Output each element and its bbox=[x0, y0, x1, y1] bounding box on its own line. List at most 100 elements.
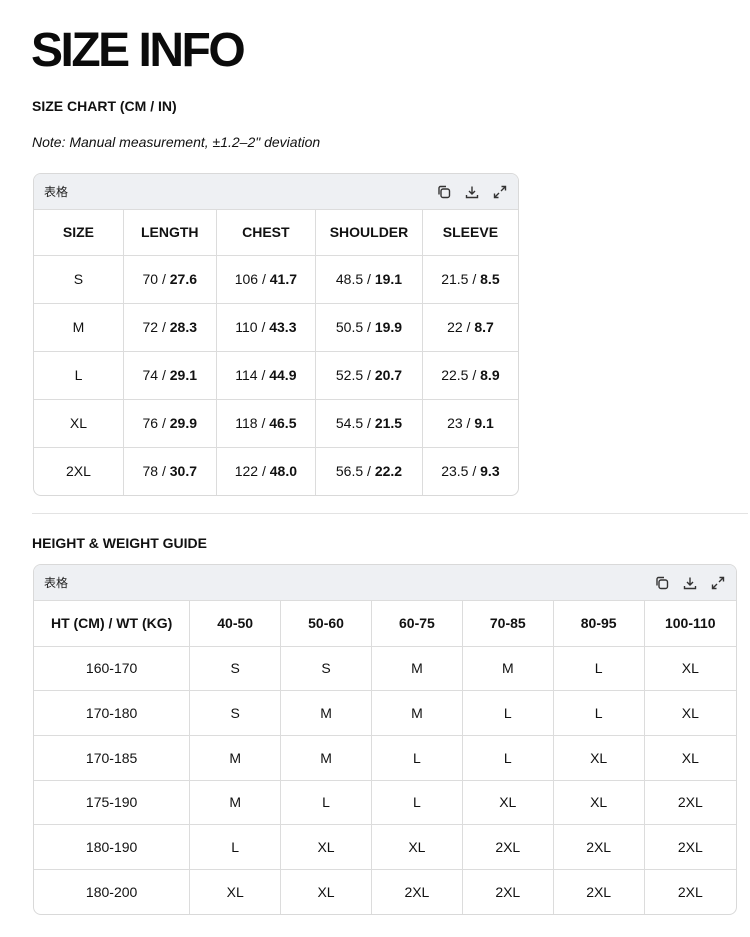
table-card-tools bbox=[654, 575, 726, 591]
inch-value: 43.3 bbox=[269, 319, 297, 335]
size-recommendation-cell: 2XL bbox=[553, 869, 645, 915]
size-recommendation-cell: XL bbox=[553, 735, 645, 781]
download-icon[interactable] bbox=[682, 575, 698, 591]
table-row: 170-180 S M M L L XL bbox=[34, 690, 736, 736]
table-row: 160-170 S S M M L XL bbox=[34, 646, 736, 692]
cm-value: 118 bbox=[235, 415, 258, 431]
inch-value: 46.5 bbox=[269, 415, 297, 431]
inch-value: 19.9 bbox=[374, 319, 403, 335]
cm-value: 21.5 bbox=[441, 271, 469, 287]
size-cell: L bbox=[34, 351, 124, 400]
inch-value: 21.5 bbox=[374, 415, 403, 431]
cm-value: 56.5 bbox=[335, 463, 364, 480]
measurement-cell: 22.5 / 8.9 bbox=[422, 351, 518, 400]
inch-value: 44.9 bbox=[269, 367, 297, 383]
column-header: 70-85 bbox=[462, 601, 554, 647]
column-header: SIZE bbox=[34, 210, 124, 256]
size-recommendation-cell: M bbox=[280, 690, 372, 736]
cm-value: 122 bbox=[234, 463, 259, 480]
table-row: S 70 / 27.6 106 / 41.7 48.5 / 19.1 21.5 / 8.… bbox=[34, 255, 518, 304]
size-recommendation-cell: M bbox=[189, 735, 282, 781]
table-row: XL 76 / 29.9 118 / 46.5 54.5 / 21.5 23 / 9.1 bbox=[34, 399, 518, 448]
table-card-label: 表格 bbox=[44, 185, 69, 199]
height-range-cell: 160-170 bbox=[34, 646, 191, 692]
size-recommendation-cell: XL bbox=[371, 824, 463, 870]
column-header: SHOULDER bbox=[315, 210, 423, 256]
size-cell: S bbox=[34, 255, 124, 304]
inch-value: 41.7 bbox=[269, 271, 297, 287]
cm-value: 70 bbox=[142, 271, 159, 287]
inch-value: 29.1 bbox=[169, 367, 198, 383]
inch-value: 8.7 bbox=[474, 319, 494, 335]
size-recommendation-cell: 2XL bbox=[462, 869, 554, 915]
size-recommendation-cell: S bbox=[189, 646, 282, 692]
size-recommendation-cell: XL bbox=[644, 735, 736, 781]
column-header: 80-95 bbox=[553, 601, 645, 647]
size-recommendation-cell: XL bbox=[280, 824, 372, 870]
measurement-cell: 76 / 29.9 bbox=[123, 399, 217, 448]
size-recommendation-cell: 2XL bbox=[677, 884, 703, 901]
table-row: 180-200 XL XL 2XL 2XL 2XL 2XL bbox=[34, 869, 736, 915]
table-row: L 74 / 29.1 114 / 44.9 52.5 / 20.7 22.5 / 8.… bbox=[34, 351, 518, 400]
size-recommendation-cell: XL bbox=[644, 690, 736, 736]
table-row: 180-190 L XL XL 2XL 2XL 2XL bbox=[34, 824, 736, 870]
size-recommendation-cell: XL bbox=[644, 646, 736, 692]
column-header: CHEST bbox=[216, 210, 317, 256]
inch-value: 29.9 bbox=[169, 415, 198, 431]
table-card-label: 表格 bbox=[44, 576, 69, 590]
measurement-cell: 50.5 / 19.9 bbox=[315, 303, 423, 352]
download-icon[interactable] bbox=[464, 184, 480, 200]
column-header: 100-110 bbox=[644, 601, 736, 647]
measurement-cell: 21.5 / 8.5 bbox=[422, 255, 518, 304]
inch-value: 20.7 bbox=[374, 367, 403, 383]
measurement-cell: 72 / 28.3 bbox=[123, 303, 217, 352]
inch-value: 9.3 bbox=[480, 463, 500, 480]
copy-icon[interactable] bbox=[654, 575, 670, 591]
size-recommendation-cell: L bbox=[553, 646, 645, 692]
size-recommendation-cell: S bbox=[189, 690, 282, 736]
column-header: SLEEVE bbox=[422, 210, 518, 256]
inch-value: 28.3 bbox=[169, 319, 198, 335]
size-recommendation-cell: L bbox=[189, 824, 282, 870]
inch-value: 22.2 bbox=[374, 463, 403, 480]
size-recommendation-cell: 2XL bbox=[644, 780, 736, 826]
cm-value: 110 bbox=[235, 319, 258, 335]
cm-value: 114 bbox=[235, 367, 258, 383]
inch-value: 8.9 bbox=[480, 367, 500, 383]
height-range-cell: 170-185 bbox=[34, 735, 191, 781]
size-cell: 2XL bbox=[34, 447, 124, 495]
measurement-cell: 114 / 44.9 bbox=[216, 351, 317, 400]
expand-icon[interactable] bbox=[492, 184, 508, 200]
cm-value: 74 bbox=[142, 367, 159, 383]
inch-value: 9.1 bbox=[474, 415, 494, 431]
table-row: 175-190 M L L XL XL 2XL bbox=[34, 780, 736, 826]
size-recommendation-cell: M bbox=[371, 690, 463, 736]
cm-value: 54.5 bbox=[335, 415, 364, 431]
measurement-cell: 74 / 29.1 bbox=[123, 351, 217, 400]
size-recommendation-cell: M bbox=[280, 735, 372, 781]
inch-value: 27.6 bbox=[169, 271, 198, 287]
table-header-row: HT (CM) / WT (KG) 40-50 50-60 60-75 70-85 80-… bbox=[34, 601, 736, 647]
size-recommendation-cell: M bbox=[371, 646, 463, 692]
cm-value: 50.5 bbox=[335, 319, 364, 335]
section-divider bbox=[32, 513, 748, 514]
guide-title: HEIGHT & WEIGHT GUIDE bbox=[32, 535, 207, 551]
size-recommendation-cell: S bbox=[280, 646, 372, 692]
cm-value: 72 bbox=[142, 319, 159, 335]
size-recommendation-cell: 2XL bbox=[644, 824, 736, 870]
table-row: 2XL 78 / 30.7 122 / 48.0 56.5 / 22.2 23.5 / … bbox=[34, 447, 518, 495]
measurement-cell: 106 / 41.7 bbox=[216, 255, 317, 304]
height-range-cell: 180-200 bbox=[34, 869, 191, 915]
size-chart-table-card: 表格 SIZE LENGTH CHEST SHOULDER SLEEVE S 70 / 2… bbox=[33, 173, 519, 496]
expand-icon[interactable] bbox=[710, 575, 726, 591]
cm-value: 23.5 bbox=[441, 463, 469, 480]
table-card-tools bbox=[436, 184, 508, 200]
column-header: 50-60 bbox=[280, 601, 372, 647]
inch-value: 30.7 bbox=[169, 463, 198, 480]
height-range-cell: 175-190 bbox=[34, 780, 191, 826]
column-header: 40-50 bbox=[189, 601, 282, 647]
column-header: HT (CM) / WT (KG) bbox=[34, 601, 191, 647]
size-recommendation-cell: M bbox=[189, 780, 282, 826]
copy-icon[interactable] bbox=[436, 184, 452, 200]
size-recommendation-cell: XL bbox=[462, 780, 554, 826]
